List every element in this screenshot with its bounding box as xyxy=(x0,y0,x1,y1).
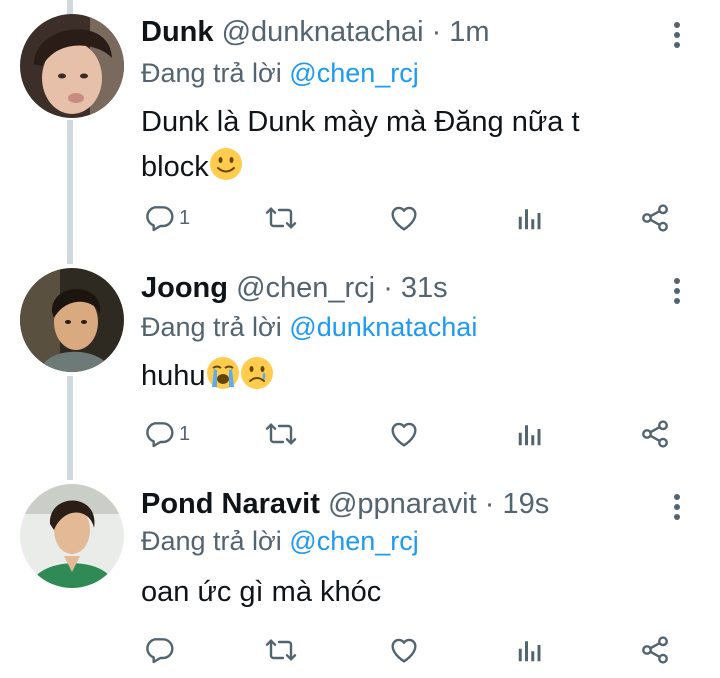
crying-face-icon xyxy=(240,356,274,404)
mention-link[interactable]: @chen_rcj xyxy=(289,58,418,88)
more-icon[interactable] xyxy=(670,494,684,524)
views-button[interactable] xyxy=(515,414,545,454)
reply-button[interactable]: 1 xyxy=(143,414,190,454)
reply-count: 1 xyxy=(179,422,191,445)
tweet-header: Pond Naravit @ppnaravit · 19s xyxy=(141,488,549,521)
share-icon xyxy=(638,418,672,450)
views-icon xyxy=(515,202,545,234)
avatar[interactable] xyxy=(20,268,124,372)
share-button[interactable] xyxy=(638,198,672,238)
tweet-actions xyxy=(141,630,681,670)
display-name[interactable]: Pond Naravit xyxy=(141,488,320,520)
like-icon xyxy=(387,634,421,666)
like-button[interactable] xyxy=(387,630,421,670)
tweet-text-line: huhu xyxy=(141,360,206,392)
reply-icon xyxy=(143,418,175,450)
tweet-header: Joong @chen_rcj · 31s xyxy=(141,272,448,305)
like-icon xyxy=(387,202,421,234)
timestamp[interactable]: · 19s xyxy=(485,488,549,520)
tweet-header: Dunk @dunknatachai · 1m xyxy=(141,16,490,49)
handle[interactable]: @ppnaravit xyxy=(328,488,477,520)
tweet-text-line: Dunk là Dunk mày mà Đăng nữa t xyxy=(141,106,580,138)
tweet-text: oan ức gì mà khóc xyxy=(141,570,661,615)
tweet-text: huhu xyxy=(141,354,661,404)
tweet-actions: 1 xyxy=(141,414,681,454)
avatar[interactable] xyxy=(20,14,124,118)
retweet-button[interactable] xyxy=(263,198,299,238)
tweet[interactable]: Pond Naravit @ppnaravit · 19s Đang trả l… xyxy=(0,478,720,678)
share-icon xyxy=(638,634,672,666)
tweet-actions: 1 xyxy=(141,198,681,238)
reply-button[interactable] xyxy=(143,630,179,670)
views-button[interactable] xyxy=(515,630,545,670)
like-icon xyxy=(387,418,421,450)
tweet[interactable]: Joong @chen_rcj · 31s Đang trả lời @dunk… xyxy=(0,258,720,478)
retweet-button[interactable] xyxy=(263,630,299,670)
timestamp[interactable]: · 31s xyxy=(383,272,447,304)
views-button[interactable] xyxy=(515,198,545,238)
avatar[interactable] xyxy=(20,484,124,588)
views-icon xyxy=(515,634,545,666)
reply-count: 1 xyxy=(179,206,191,229)
replying-to: Đang trả lời @chen_rcj xyxy=(141,526,419,557)
replying-to: Đang trả lời @chen_rcj xyxy=(141,58,419,89)
retweet-icon xyxy=(263,634,299,666)
mention-link[interactable]: @dunknatachai xyxy=(289,312,477,342)
slightly-smiling-face-icon xyxy=(209,147,243,195)
loudly-crying-face-icon xyxy=(206,356,240,404)
reply-button[interactable]: 1 xyxy=(143,198,190,238)
share-button[interactable] xyxy=(638,414,672,454)
replying-to-label: Đang trả lời xyxy=(141,526,282,556)
timestamp[interactable]: · 1m xyxy=(432,16,490,48)
tweet[interactable]: Dunk @dunknatachai · 1m Đang trả lời @ch… xyxy=(0,0,720,258)
tweet-text: Dunk là Dunk mày mà Đăng nữa t block xyxy=(141,100,661,195)
handle[interactable]: @dunknatachai xyxy=(222,16,424,48)
views-icon xyxy=(515,418,545,450)
more-icon[interactable] xyxy=(670,22,684,52)
like-button[interactable] xyxy=(387,414,421,454)
display-name[interactable]: Dunk xyxy=(141,16,214,48)
display-name[interactable]: Joong xyxy=(141,272,228,304)
tweet-text-line: oan ức gì mà khóc xyxy=(141,576,382,608)
tweet-text-line: block xyxy=(141,151,209,183)
reply-icon xyxy=(143,202,175,234)
retweet-icon xyxy=(263,202,299,234)
retweet-icon xyxy=(263,418,299,450)
like-button[interactable] xyxy=(387,198,421,238)
replying-to: Đang trả lời @dunknatachai xyxy=(141,312,477,343)
retweet-button[interactable] xyxy=(263,414,299,454)
handle[interactable]: @chen_rcj xyxy=(236,272,375,304)
share-icon xyxy=(638,202,672,234)
reply-icon xyxy=(143,634,175,666)
replying-to-label: Đang trả lời xyxy=(141,58,282,88)
share-button[interactable] xyxy=(638,630,672,670)
replying-to-label: Đang trả lời xyxy=(141,312,282,342)
mention-link[interactable]: @chen_rcj xyxy=(289,526,418,556)
more-icon[interactable] xyxy=(670,278,684,308)
